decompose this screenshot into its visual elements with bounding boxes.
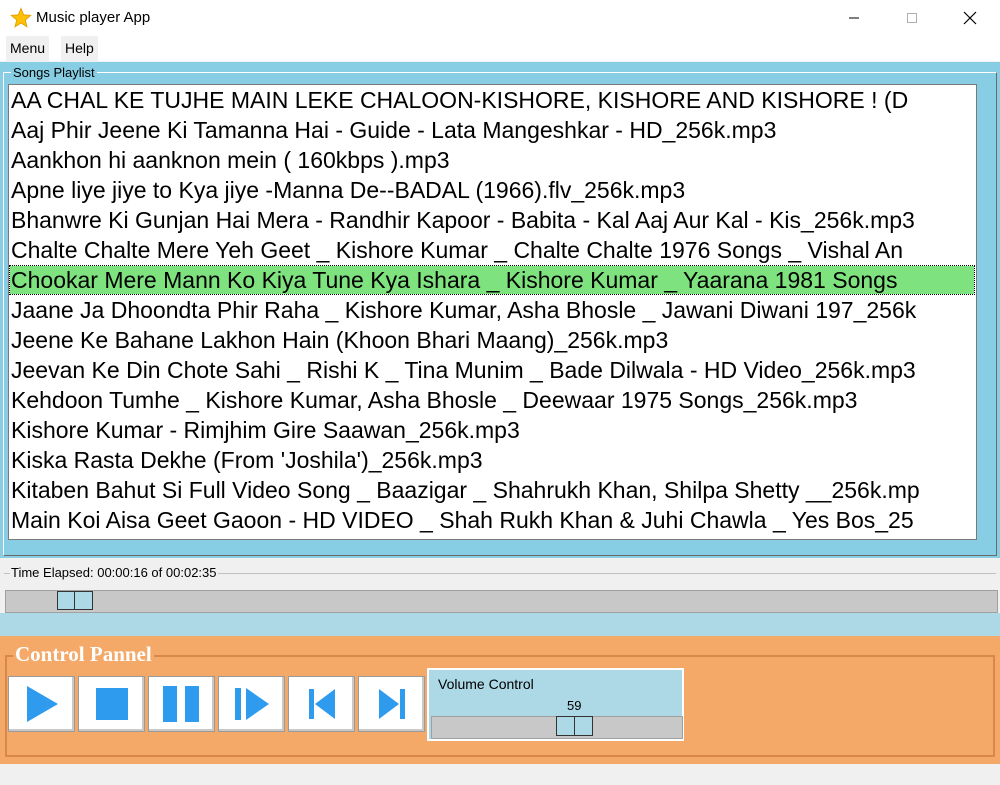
status-bar	[0, 764, 1000, 785]
songs-listbox[interactable]: AA CHAL KE TUJHE MAIN LEKE CHALOON-KISHO…	[8, 84, 977, 540]
seek-slider-track[interactable]	[5, 590, 998, 613]
step-play-icon	[234, 688, 269, 720]
title-bar: Music player App	[0, 0, 1000, 36]
song-list-item[interactable]: Kitaben Bahut Si Full Video Song _ Baazi…	[10, 476, 974, 504]
stop-icon	[95, 688, 128, 720]
skip-previous-icon	[308, 689, 335, 719]
song-list-item[interactable]: Aaj Phir Jeene Ki Tamanna Hai - Guide - …	[10, 116, 974, 144]
play-button[interactable]	[8, 676, 75, 732]
song-list-item[interactable]: AA CHAL KE TUJHE MAIN LEKE CHALOON-KISHO…	[10, 86, 974, 114]
menu-item-menu[interactable]: Menu	[6, 36, 50, 61]
song-list-item[interactable]: Bhanwre Ki Gunjan Hai Mera - Randhir Kap…	[10, 206, 974, 234]
seek-slider-thumb[interactable]	[57, 591, 93, 610]
song-list-item[interactable]: Jaane Ja Dhoondta Phir Raha _ Kishore Ku…	[10, 296, 974, 324]
menu-bar: Menu Help	[0, 36, 1000, 61]
play-icon	[26, 686, 58, 722]
volume-control-title: Volume Control	[438, 676, 534, 692]
maximize-button[interactable]	[882, 0, 942, 36]
volume-slider-thumb[interactable]	[556, 716, 593, 736]
time-elapsed-label: Time Elapsed: 00:00:16 of 00:02:35	[10, 565, 218, 580]
resume-button[interactable]	[218, 676, 285, 732]
song-list-item[interactable]: Aankhon hi aanknon mein ( 160kbps ).mp3	[10, 146, 974, 174]
skip-next-icon	[378, 689, 405, 719]
control-panel-legend: Control Pannel	[13, 642, 154, 667]
previous-button[interactable]	[288, 676, 355, 732]
song-list-item[interactable]: Kishore Kumar - Rimjhim Gire Saawan_256k…	[10, 416, 974, 444]
song-list-item[interactable]: Chookar Mere Mann Ko Kiya Tune Kya Ishar…	[9, 265, 975, 295]
volume-value: 59	[567, 698, 582, 713]
pause-button[interactable]	[148, 676, 215, 732]
minimize-button[interactable]	[824, 0, 884, 36]
next-button[interactable]	[358, 676, 425, 732]
close-button[interactable]	[940, 0, 1000, 36]
song-list-item[interactable]: Kiska Rasta Dekhe (From 'Joshila')_256k.…	[10, 446, 974, 474]
playlist-legend: Songs Playlist	[11, 65, 97, 80]
minimize-icon	[849, 17, 859, 19]
maximize-icon	[907, 13, 917, 23]
song-list-item[interactable]: Kehdoon Tumhe _ Kishore Kumar, Asha Bhos…	[10, 386, 974, 414]
star-icon	[10, 7, 32, 28]
menu-item-help[interactable]: Help	[61, 36, 98, 61]
window-title: Music player App	[36, 9, 151, 26]
song-list-item[interactable]: Jeevan Ke Din Chote Sahi _ Rishi K _ Tin…	[10, 356, 974, 384]
progress-strip	[0, 613, 1000, 636]
pause-icon	[162, 686, 199, 722]
song-list-item[interactable]: Apne liye jiye to Kya jiye -Manna De--BA…	[10, 176, 974, 204]
stop-button[interactable]	[78, 676, 145, 732]
song-list-item[interactable]: Chalte Chalte Mere Yeh Geet _ Kishore Ku…	[10, 236, 974, 264]
song-list-item[interactable]: Main Koi Aisa Geet Gaoon - HD VIDEO _ Sh…	[10, 506, 974, 534]
song-list-item[interactable]: Jeene Ke Bahane Lakhon Hain (Khoon Bhari…	[10, 326, 974, 354]
close-icon	[963, 11, 977, 25]
